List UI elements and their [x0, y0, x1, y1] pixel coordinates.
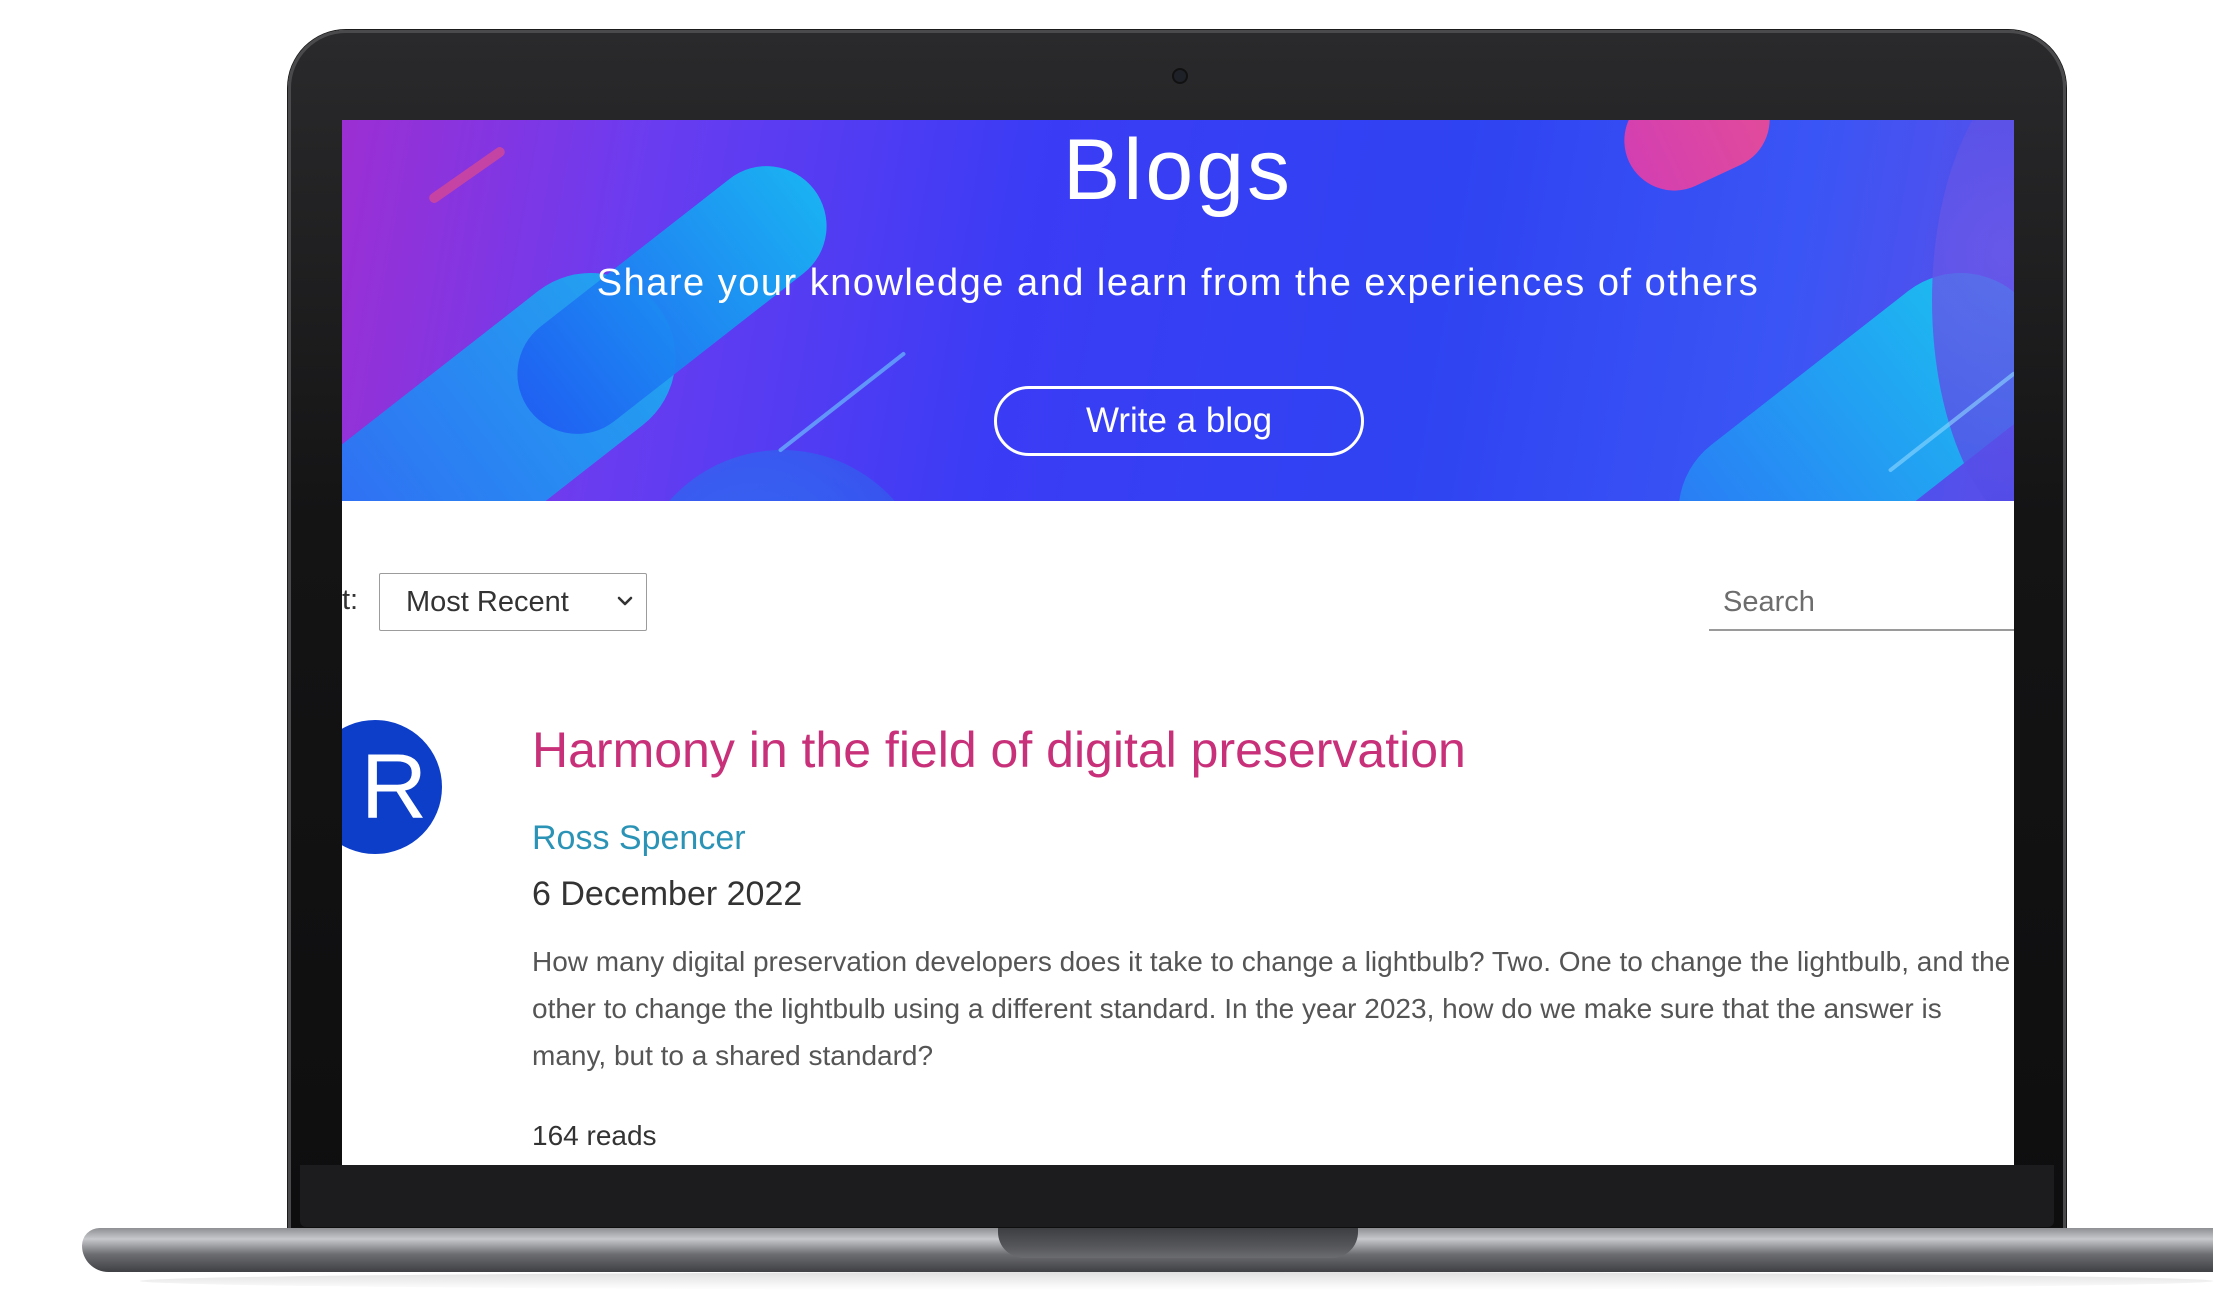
- camera-dot: [1174, 70, 1186, 82]
- chevron-down-icon: [617, 596, 633, 606]
- laptop-shadow: [140, 1272, 2213, 1290]
- page-title: Blogs: [1062, 122, 1294, 218]
- avatar[interactable]: R: [342, 720, 442, 854]
- page-subtitle: Share your knowledge and learn from the …: [596, 262, 1760, 304]
- laptop-mockup: Blogs Share your knowledge and learn fro…: [0, 0, 2213, 1304]
- hero-banner: Blogs Share your knowledge and learn fro…: [342, 120, 2014, 501]
- post-author-link[interactable]: Ross Spencer: [532, 816, 746, 860]
- sort-label: t:: [342, 584, 359, 616]
- post-title-link[interactable]: Harmony in the field of digital preserva…: [532, 720, 1466, 780]
- search-input[interactable]: [1709, 575, 2014, 631]
- screen: Blogs Share your knowledge and learn fro…: [342, 120, 2014, 1165]
- post-date: 6 December 2022: [532, 875, 803, 913]
- sort-selected-value: Most Recent: [406, 585, 569, 618]
- laptop-notch: [998, 1228, 1358, 1258]
- decor-shape: [777, 351, 907, 453]
- laptop-bezel-bottom: [300, 1165, 2054, 1227]
- post-excerpt: How many digital preservation developers…: [532, 946, 2011, 1071]
- sort-select[interactable]: Most Recent: [379, 573, 647, 631]
- decor-shape: [632, 450, 932, 501]
- post-reads-count: 164 reads: [532, 1120, 657, 1151]
- write-blog-button[interactable]: Write a blog: [994, 386, 1364, 456]
